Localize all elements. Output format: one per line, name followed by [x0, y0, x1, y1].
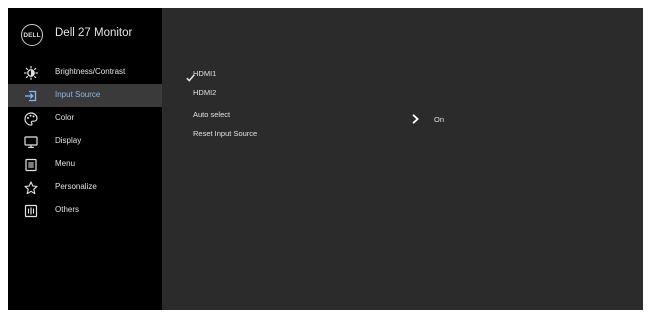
brightness-icon [24, 66, 38, 80]
option-label: HDMI2 [193, 88, 217, 97]
menu-item-display[interactable]: Display [8, 130, 162, 153]
auto-select-value: On [434, 115, 445, 124]
star-icon [24, 181, 38, 195]
menu-item-input-source[interactable]: Input Source [8, 84, 162, 107]
menu-item-personalize[interactable]: Personalize [8, 176, 162, 199]
chevron-right-icon [412, 114, 419, 124]
menu-item-label: Menu [55, 159, 76, 168]
input-source-icon [24, 89, 38, 103]
menu-item-label: Others [55, 205, 80, 214]
monitor-model-title: Dell 27 Monitor [55, 27, 133, 39]
color-palette-icon [24, 112, 38, 126]
option-label: Auto select [193, 110, 231, 119]
others-icon [24, 204, 38, 218]
option-hdmi2[interactable]: HDMI2 [193, 84, 443, 102]
menu-list-icon [24, 158, 38, 172]
brand-header: DELL Dell 27 Monitor [8, 8, 162, 56]
option-reset-input-source[interactable]: Reset Input Source [193, 125, 443, 143]
dell-logo: DELL [21, 24, 43, 46]
option-label: Reset Input Source [193, 129, 258, 138]
display-monitor-icon [24, 135, 38, 149]
menu-item-color[interactable]: Color [8, 107, 162, 130]
menu-item-label: Brightness/Contrast [55, 67, 126, 76]
option-auto-select[interactable]: Auto select [193, 106, 443, 124]
menu-item-brightness-contrast[interactable]: Brightness/Contrast [8, 61, 162, 84]
option-label: HDMI1 [193, 69, 217, 78]
menu-item-label: Display [55, 136, 82, 145]
menu-item-others[interactable]: Others [8, 199, 162, 222]
menu-item-menu[interactable]: Menu [8, 153, 162, 176]
menu-item-label: Color [55, 113, 75, 122]
menu-item-label: Personalize [55, 182, 97, 191]
option-hdmi1[interactable]: HDMI1 [193, 65, 443, 83]
monitor-osd-menu: DELL Dell 27 Monitor Brightness/Contrast [8, 8, 643, 310]
menu-item-label: Input Source [55, 90, 101, 99]
osd-sidebar: DELL Dell 27 Monitor Brightness/Contrast [8, 8, 162, 310]
